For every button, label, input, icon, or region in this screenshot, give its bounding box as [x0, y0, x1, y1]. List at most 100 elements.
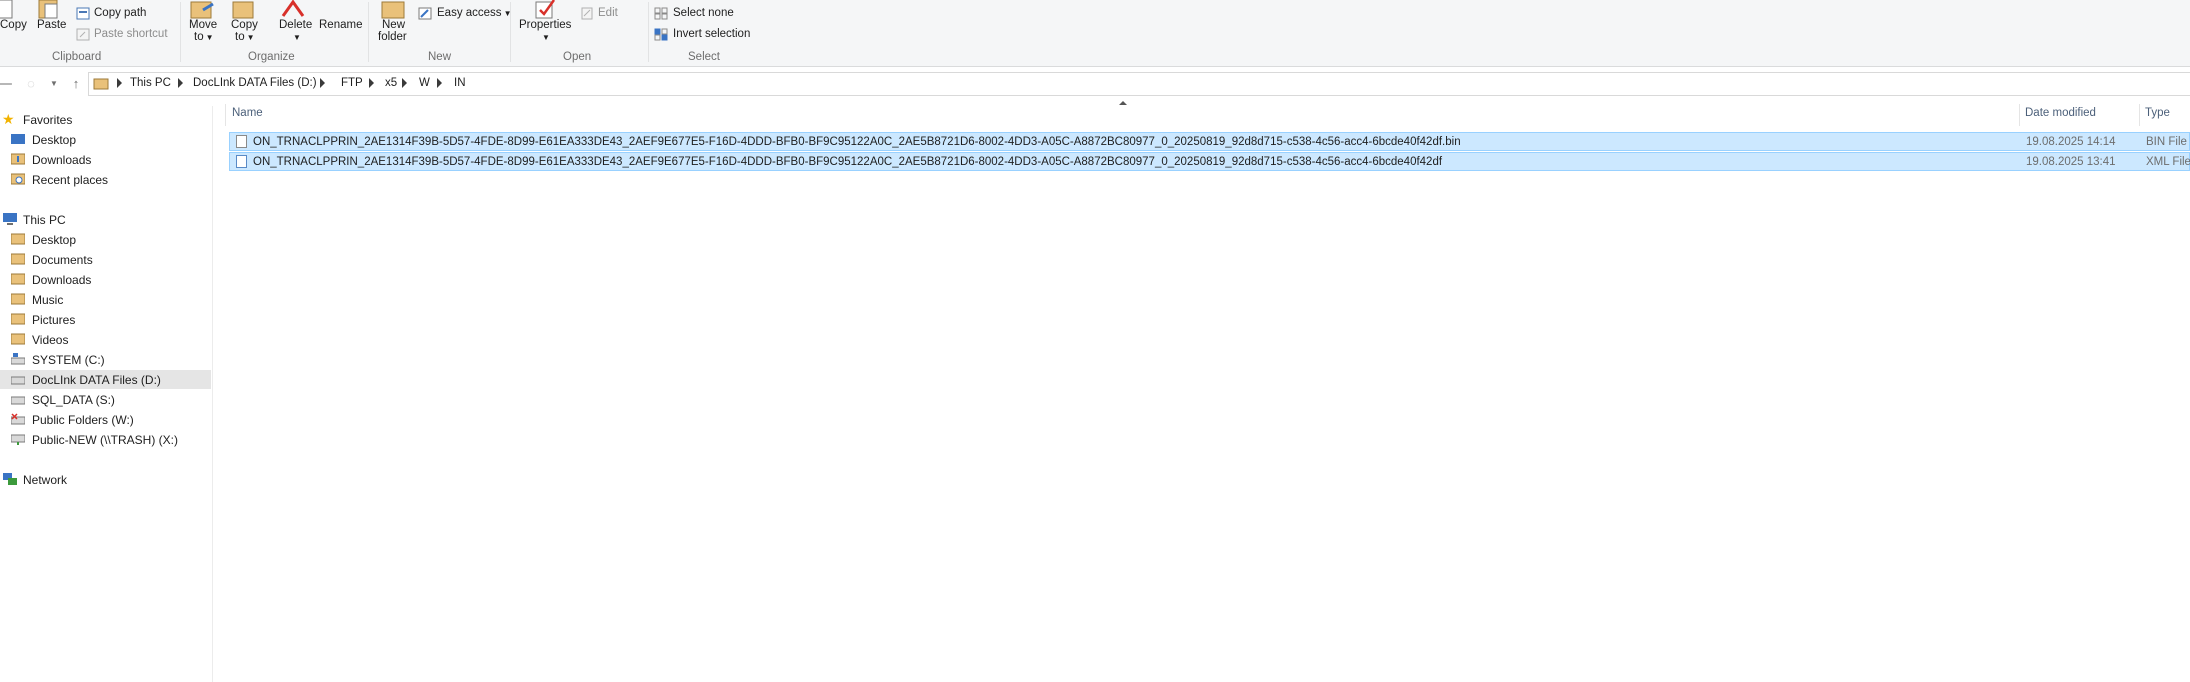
- ribbon-divider: [648, 2, 649, 62]
- nav-pc-public-folders-w[interactable]: Public Folders (W:): [0, 410, 211, 429]
- downloads-folder-icon: [11, 153, 25, 165]
- breadcrumb-ftp[interactable]: FTP: [341, 77, 363, 89]
- nav-pc-doclink-d[interactable]: DocLInk DATA Files (D:): [0, 370, 211, 389]
- nav-network[interactable]: Network: [0, 470, 211, 489]
- easy-access-button[interactable]: Easy access ▼: [437, 7, 511, 19]
- move-to-button[interactable]: Move: [189, 19, 217, 31]
- nav-item-label: DocLInk DATA Files (D:): [32, 373, 161, 387]
- desktop-folder-icon: [11, 233, 25, 245]
- nav-item-label: Desktop: [32, 233, 77, 247]
- copy-path-button[interactable]: Copy path: [94, 7, 146, 19]
- address-bar[interactable]: This PC DocLInk DATA Files (D:) FTP x5 W…: [88, 72, 2190, 96]
- column-divider[interactable]: [2139, 104, 2140, 126]
- nav-this-pc[interactable]: This PC: [0, 210, 211, 229]
- copy-icon: [0, 0, 13, 19]
- address-row: ⟵ ◌ ▼ ↑ This PC DocLInk DATA Files (D:) …: [0, 72, 2190, 96]
- edit-button[interactable]: Edit: [598, 7, 618, 19]
- move-to-label: Move: [189, 19, 218, 31]
- delete-icon: [281, 0, 305, 17]
- copy-path-icon: [76, 7, 90, 20]
- back-button[interactable]: ⟵: [0, 75, 13, 93]
- column-header-date-modified[interactable]: Date modified: [2025, 107, 2096, 123]
- breadcrumb-w[interactable]: W: [419, 77, 430, 89]
- breadcrumb-chevron-icon[interactable]: [320, 78, 325, 88]
- delete-button[interactable]: Delete: [279, 19, 312, 31]
- new-folder-button[interactable]: New: [382, 19, 405, 31]
- copy-to-label-2: to ▼: [235, 31, 255, 43]
- nav-pc-videos[interactable]: Videos: [0, 330, 211, 349]
- nav-favorites[interactable]: ★ Favorites: [0, 110, 211, 129]
- copy-button[interactable]: Copy: [0, 19, 27, 31]
- paste-icon: [38, 0, 58, 19]
- delete-dropdown-icon[interactable]: ▼: [291, 31, 301, 43]
- nav-item-label: Downloads: [32, 273, 92, 287]
- computer-icon: [3, 213, 17, 225]
- dropdown-arrow-icon: ▼: [246, 33, 255, 42]
- nav-fav-downloads[interactable]: Downloads: [0, 150, 211, 169]
- breadcrumb-chevron-icon[interactable]: [178, 78, 183, 88]
- disconnected-network-drive-icon: [11, 413, 25, 425]
- nav-item-label: Downloads: [32, 153, 92, 167]
- nav-fav-recent-places[interactable]: Recent places: [0, 170, 211, 189]
- breadcrumb-chevron-icon[interactable]: [117, 78, 122, 88]
- breadcrumb-drive-d[interactable]: DocLInk DATA Files (D:): [193, 77, 317, 89]
- nav-pc-desktop[interactable]: Desktop: [0, 230, 211, 249]
- new-folder-label-2: folder: [378, 31, 407, 43]
- nav-network-label: Network: [23, 473, 68, 487]
- breadcrumb-chevron-icon[interactable]: [437, 78, 442, 88]
- breadcrumb-this-pc[interactable]: This PC: [130, 77, 171, 89]
- invert-selection-icon: [654, 28, 668, 41]
- nav-pc-music[interactable]: Music: [0, 290, 211, 309]
- forward-button[interactable]: ◌: [22, 75, 40, 93]
- up-button[interactable]: ↑: [67, 75, 85, 93]
- navigation-pane: ★ Favorites Desktop Downloads Recent pla…: [0, 106, 213, 682]
- music-folder-icon: [11, 293, 25, 305]
- recent-locations-dropdown[interactable]: ▼: [45, 75, 63, 93]
- sort-ascending-icon: [1119, 101, 1127, 105]
- column-divider[interactable]: [2019, 104, 2020, 126]
- desktop-icon: [11, 134, 25, 144]
- column-header-name[interactable]: Name: [232, 107, 263, 123]
- network-drive-icon: [11, 434, 25, 445]
- easy-access-label: Easy access: [437, 7, 502, 19]
- file-row[interactable]: ON_TRNACLPPRIN_2AE1314F39B-5D57-4FDE-8D9…: [229, 152, 2190, 171]
- new-folder-label: New: [382, 19, 406, 31]
- select-none-button[interactable]: Select none: [673, 7, 734, 19]
- properties-button[interactable]: Properties: [519, 19, 571, 31]
- nav-pc-system-c[interactable]: SYSTEM (C:): [0, 350, 211, 369]
- invert-selection-button[interactable]: Invert selection: [673, 28, 750, 40]
- nav-fav-desktop[interactable]: Desktop: [0, 130, 211, 149]
- ribbon-divider: [368, 2, 369, 62]
- pictures-folder-icon: [11, 313, 25, 325]
- properties-dropdown-icon[interactable]: ▼: [540, 31, 550, 43]
- breadcrumb-chevron-icon[interactable]: [402, 78, 407, 88]
- file-type: BIN File: [2146, 136, 2187, 148]
- nav-pc-sql-data-s[interactable]: SQL_DATA (S:): [0, 390, 211, 409]
- rename-button[interactable]: Rename: [319, 19, 362, 31]
- breadcrumb-chevron-icon[interactable]: [369, 78, 374, 88]
- file-row[interactable]: ON_TRNACLPPRIN_2AE1314F39B-5D57-4FDE-8D9…: [229, 132, 2190, 151]
- nav-pc-pictures[interactable]: Pictures: [0, 310, 211, 329]
- breadcrumb-in[interactable]: IN: [454, 77, 466, 89]
- new-folder-icon: [381, 1, 405, 19]
- ribbon-divider: [180, 2, 181, 62]
- documents-folder-icon: [11, 253, 25, 265]
- properties-icon: [535, 0, 556, 19]
- nav-pc-downloads[interactable]: Downloads: [0, 270, 211, 289]
- paste-button[interactable]: Paste: [37, 19, 66, 31]
- drive-icon: [11, 396, 25, 405]
- xml-file-icon: [236, 155, 247, 168]
- file-date-modified: 19.08.2025 13:41: [2026, 156, 2116, 168]
- breadcrumb-x5[interactable]: x5: [385, 77, 397, 89]
- network-icon: [3, 473, 17, 485]
- nav-pc-documents[interactable]: Documents: [0, 250, 211, 269]
- paste-shortcut-button[interactable]: Paste shortcut: [94, 28, 168, 40]
- copy-to-button[interactable]: Copy: [231, 19, 258, 31]
- edit-icon: [581, 7, 593, 20]
- nav-pc-public-new-x[interactable]: Public-NEW (\\TRASH) (X:): [0, 430, 211, 449]
- copy-to-icon: [232, 1, 254, 19]
- column-header-type[interactable]: Type: [2145, 107, 2170, 123]
- open-group-label: Open: [563, 51, 592, 63]
- new-group-label: New: [428, 51, 452, 63]
- drive-icon: [11, 376, 25, 385]
